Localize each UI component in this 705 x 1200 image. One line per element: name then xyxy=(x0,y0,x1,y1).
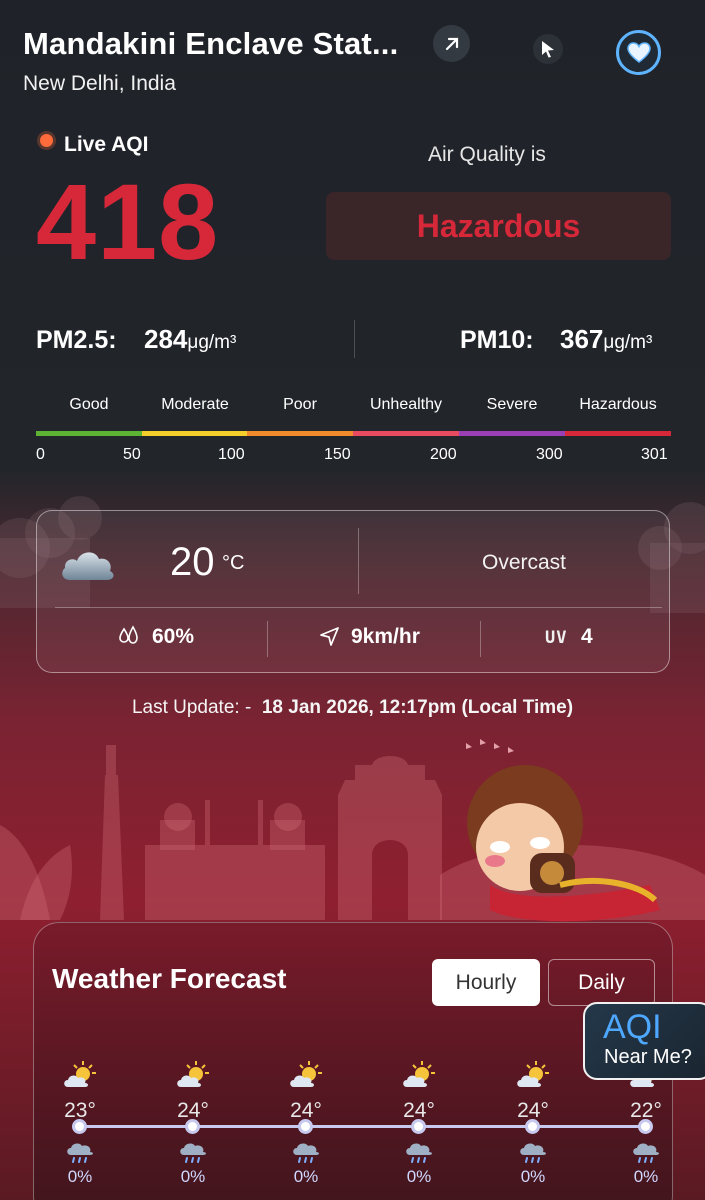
partly-sunny-icon xyxy=(163,1060,223,1095)
mascot-character xyxy=(467,765,660,922)
forecast-rain-chance: 0% xyxy=(520,1167,546,1186)
rain-cloud-icon xyxy=(616,1141,676,1165)
scale-bar-unhealthy xyxy=(353,431,459,436)
pm10-label: PM10: xyxy=(460,326,534,354)
last-update-value: 18 Jan 2026, 12:17pm (Local Time) xyxy=(261,697,574,718)
forecast-rain-item: 0% xyxy=(276,1141,336,1187)
tab-hourly[interactable]: Hourly xyxy=(432,959,540,1006)
forecast-timeline-dot xyxy=(411,1119,426,1134)
forecast-timeline xyxy=(79,1125,647,1128)
forecast-hour-item: 24° xyxy=(276,1060,336,1123)
scale-label-hazardous: Hazardous xyxy=(579,396,657,413)
weather-divider xyxy=(358,528,359,594)
scale-tick-200: 200 xyxy=(430,446,457,463)
humidity-value: 60% xyxy=(152,625,195,648)
aqi-value: 418 xyxy=(36,161,220,282)
open-station-button[interactable] xyxy=(433,25,470,62)
uv-value: 4 xyxy=(581,625,593,648)
tab-daily[interactable]: Daily xyxy=(548,959,655,1006)
weather-divider-horizontal xyxy=(55,607,662,608)
forecast-rain-item: 0% xyxy=(50,1141,110,1187)
rain-cloud-icon xyxy=(50,1141,110,1165)
partly-sunny-icon xyxy=(276,1060,336,1095)
pm10-value: 367μg/m³ xyxy=(560,324,653,354)
weather-condition: Overcast xyxy=(482,551,567,574)
forecast-rain-item: 0% xyxy=(163,1141,223,1187)
partly-sunny-icon xyxy=(50,1060,110,1095)
scale-tick-300: 300 xyxy=(536,446,563,463)
pm25-unit: μg/m³ xyxy=(187,332,237,353)
metric-divider xyxy=(480,621,481,657)
rain-cloud-icon xyxy=(163,1141,223,1165)
heart-icon xyxy=(626,41,651,63)
scale-label-good: Good xyxy=(69,396,109,413)
station-name: Mandakini Enclave Stat... xyxy=(23,26,399,61)
rain-cloud-icon xyxy=(276,1141,336,1165)
scale-bar-good xyxy=(36,431,142,436)
cursor-icon xyxy=(533,34,563,64)
forecast-hour-item: 24° xyxy=(163,1060,223,1123)
forecast-rain-chance: 0% xyxy=(293,1167,319,1186)
pm25-label: PM2.5: xyxy=(36,326,117,354)
forecast-hour-item: 24° xyxy=(503,1060,563,1123)
scale-label-unhealthy: Unhealthy xyxy=(369,396,443,413)
air-quality-status-badge: Hazardous xyxy=(326,192,671,260)
scale-tick-150: 150 xyxy=(324,446,351,463)
pm25-value: 284μg/m³ xyxy=(144,324,237,354)
humidity-icon xyxy=(119,625,138,644)
scale-label-poor: Poor xyxy=(283,396,317,413)
air-quality-status: Hazardous xyxy=(416,207,581,244)
forecast-rain-chance: 0% xyxy=(406,1167,432,1186)
forecast-timeline-dot xyxy=(72,1119,87,1134)
forecast-hour-item: 23° xyxy=(50,1060,110,1123)
uv-label: UV xyxy=(545,628,568,648)
scale-tick-0: 0 xyxy=(36,446,45,463)
scale-tick-100: 100 xyxy=(218,446,245,463)
forecast-hour-item: 24° xyxy=(389,1060,449,1123)
air-quality-label: Air Quality is xyxy=(428,143,546,166)
scale-bar-hazardous xyxy=(565,431,671,436)
metric-divider xyxy=(267,621,268,657)
scale-tick-50: 50 xyxy=(123,446,141,463)
wind-value: 9km/hr xyxy=(351,625,420,648)
forecast-rain-chance: 0% xyxy=(633,1167,659,1186)
scale-label-severe: Severe xyxy=(486,396,538,413)
forecast-rain-item: 0% xyxy=(503,1141,563,1187)
overcast-cloud-icon xyxy=(62,552,114,580)
favorite-button[interactable] xyxy=(616,30,661,75)
forecast-timeline-dot xyxy=(185,1119,200,1134)
forecast-timeline-dot xyxy=(638,1119,653,1134)
temperature-unit: °C xyxy=(222,552,245,574)
forecast-title: Weather Forecast xyxy=(52,963,287,994)
pollutant-divider xyxy=(354,320,355,358)
near-me-label: Near Me? xyxy=(604,1046,692,1068)
delhi-skyline-illustration xyxy=(0,739,705,922)
scale-bar-moderate xyxy=(142,431,247,436)
partly-sunny-icon xyxy=(389,1060,449,1095)
last-update-label: Last Update: - xyxy=(131,697,252,718)
temperature-value: 20 xyxy=(170,540,215,584)
scale-tick-301: 301 xyxy=(641,446,668,463)
near-me-aqi-logo: AQI xyxy=(603,1008,662,1046)
forecast-timeline-dot xyxy=(525,1119,540,1134)
arrow-up-right-icon xyxy=(445,37,458,50)
forecast-timeline-dot xyxy=(298,1119,313,1134)
forecast-rain-item: 0% xyxy=(616,1141,676,1187)
forecast-rain-item: 0% xyxy=(389,1141,449,1187)
scale-bar-severe xyxy=(459,431,565,436)
last-update: Last Update: - 18 Jan 2026, 12:17pm (Loc… xyxy=(0,697,705,719)
partly-sunny-icon xyxy=(503,1060,563,1095)
scale-label-moderate: Moderate xyxy=(161,396,229,413)
live-aqi-label: Live AQI xyxy=(64,133,149,156)
live-indicator-dot xyxy=(40,134,53,147)
station-location: New Delhi, India xyxy=(23,72,176,95)
forecast-rain-chance: 0% xyxy=(180,1167,206,1186)
rain-cloud-icon xyxy=(503,1141,563,1165)
wind-direction-icon xyxy=(320,627,339,646)
pm10-unit: μg/m³ xyxy=(603,332,653,353)
scale-bar-poor xyxy=(247,431,353,436)
forecast-rain-chance: 0% xyxy=(67,1167,93,1186)
rain-cloud-icon xyxy=(389,1141,449,1165)
